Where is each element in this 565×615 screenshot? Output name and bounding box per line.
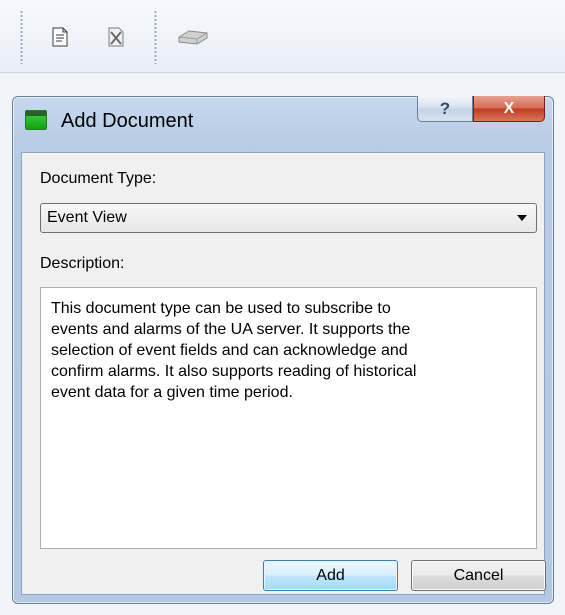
delete-document-icon bbox=[108, 27, 124, 47]
disk-icon bbox=[178, 30, 208, 45]
description-line: selection of event fields and can acknow… bbox=[51, 342, 408, 359]
description-label: Description: bbox=[40, 255, 125, 272]
toolbar-grip[interactable] bbox=[20, 10, 23, 64]
dialog-titlebar[interactable]: Add Document ? X bbox=[13, 96, 553, 149]
description-textbox[interactable]: This document type can be used to subscr… bbox=[40, 287, 537, 549]
document-type-label: Document Type: bbox=[40, 170, 157, 187]
add-button[interactable]: Add bbox=[263, 560, 398, 591]
chevron-down-icon bbox=[517, 215, 527, 221]
document-type-select[interactable]: Event View bbox=[40, 203, 537, 233]
cancel-button-label: Cancel bbox=[453, 566, 504, 584]
document-type-value: Event View bbox=[47, 209, 127, 226]
close-icon: X bbox=[503, 99, 515, 117]
document-icon bbox=[52, 27, 68, 47]
save-disk-button[interactable] bbox=[176, 24, 210, 50]
toolbar bbox=[0, 0, 565, 73]
close-button[interactable]: X bbox=[473, 96, 545, 122]
dialog-client-area: Document Type: Event View Description: T… bbox=[21, 152, 545, 595]
app-window-icon bbox=[25, 110, 47, 130]
delete-document-button[interactable] bbox=[104, 24, 128, 50]
help-button[interactable]: ? bbox=[417, 96, 473, 122]
description-line: confirm alarms. It also supports reading… bbox=[51, 363, 417, 380]
description-line: events and alarms of the UA server. It s… bbox=[51, 321, 411, 338]
toolbar-grip[interactable] bbox=[154, 10, 157, 64]
add-document-dialog: Add Document ? X Document Type: Event Vi… bbox=[12, 96, 554, 604]
add-button-label: Add bbox=[316, 566, 345, 584]
description-line: This document type can be used to subscr… bbox=[51, 300, 391, 317]
new-document-button[interactable] bbox=[48, 24, 72, 50]
description-line: event data for a given time period. bbox=[51, 384, 293, 401]
dialog-title: Add Document bbox=[61, 110, 194, 132]
cancel-button[interactable]: Cancel bbox=[411, 560, 546, 591]
help-icon: ? bbox=[439, 98, 451, 118]
